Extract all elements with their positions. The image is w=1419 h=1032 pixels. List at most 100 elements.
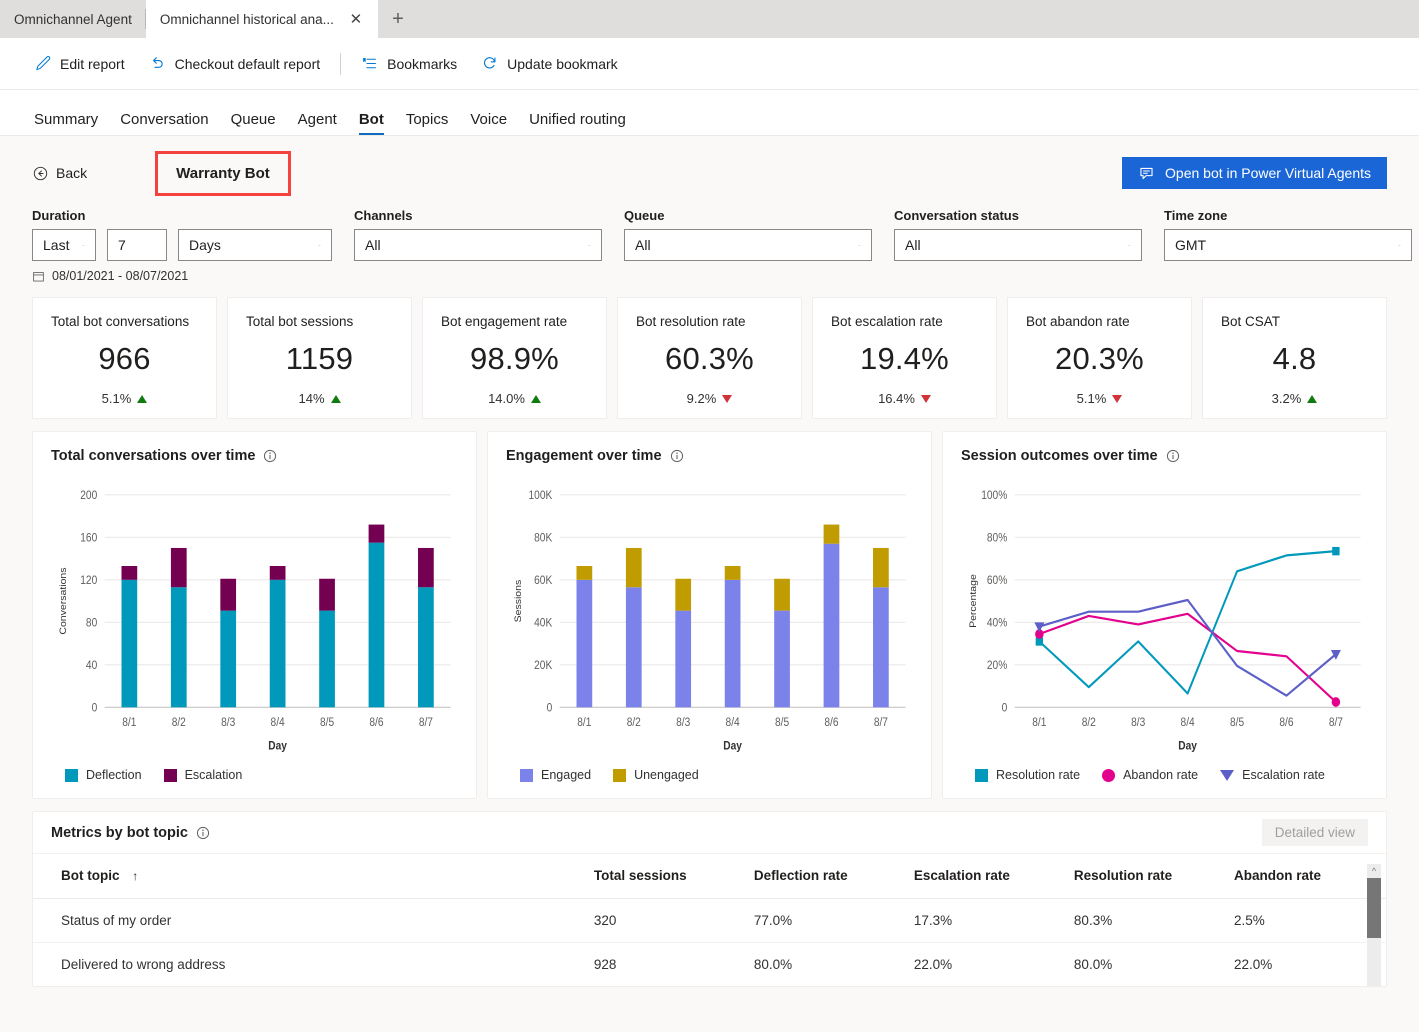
legend-item[interactable]: Deflection [65, 768, 142, 782]
time-zone-value: GMT [1175, 237, 1207, 253]
column-header-bot-topic[interactable]: Bot topic ↑ [33, 854, 586, 899]
tab-topics[interactable]: Topics [406, 111, 449, 135]
channels-filter: Channels All [354, 208, 602, 261]
browser-tab-omnichannel-agent[interactable]: Omnichannel Agent [0, 0, 146, 38]
column-header-escalation-rate[interactable]: Escalation rate [905, 854, 1066, 899]
duration-amount-input[interactable]: 7 [107, 229, 167, 261]
command-bar: Edit report Checkout default report Book… [0, 38, 1419, 90]
kpi-delta-value: 3.2% [1271, 391, 1302, 406]
svg-text:0: 0 [92, 702, 98, 715]
bookmarks-button[interactable]: Bookmarks [349, 49, 469, 78]
svg-text:80: 80 [86, 617, 97, 630]
channels-label: Channels [354, 208, 413, 223]
duration-label: Duration [32, 208, 86, 223]
chart-card-session-outcomes: Session outcomes over time 0 20% 40% 60% 80%… [942, 431, 1387, 799]
browser-tab-omnichannel-historical-analytics[interactable]: Omnichannel historical ana... ✕ [145, 0, 378, 38]
svg-text:8/4: 8/4 [1181, 717, 1195, 730]
kpi-value: 966 [98, 341, 151, 376]
time-zone-select[interactable]: GMT [1164, 229, 1412, 261]
kpi-card: Bot engagement rate 98.9% 14.0% [422, 297, 607, 419]
kpi-delta: 3.2% [1272, 391, 1318, 406]
table-scrollbar[interactable]: ^ [1367, 864, 1381, 986]
legend-label: Deflection [86, 768, 142, 782]
kpi-delta-value: 14% [298, 391, 325, 406]
back-label: Back [56, 165, 88, 181]
table-row[interactable]: Status of my order 320 77.0% 17.3% 80.3% 2.5% [33, 898, 1386, 943]
svg-text:8/2: 8/2 [172, 717, 186, 730]
legend-label: Resolution rate [996, 768, 1081, 782]
tab-bot[interactable]: Bot [358, 111, 384, 135]
legend-item[interactable]: Escalation rate [1220, 768, 1325, 782]
open-bot-in-power-virtual-agents-button[interactable]: Open bot in Power Virtual Agents [1122, 157, 1387, 189]
column-header-deflection-rate[interactable]: Deflection rate [745, 854, 906, 899]
deflection-rate-cell: 80.0% [745, 942, 906, 986]
trend-up-icon [137, 394, 148, 403]
column-header-abandon-rate[interactable]: Abandon rate [1225, 854, 1386, 899]
checkout-default-report-button[interactable]: Checkout default report [137, 49, 333, 78]
svg-text:Day: Day [1178, 740, 1197, 753]
svg-text:40%: 40% [987, 617, 1008, 630]
table-title-row: Metrics by bot topic [51, 825, 210, 841]
tab-conversation[interactable]: Conversation [120, 111, 208, 135]
kpi-title: Bot engagement rate [441, 314, 568, 329]
legend-item[interactable]: Abandon rate [1102, 768, 1198, 782]
info-icon[interactable] [670, 449, 684, 463]
tab-voice[interactable]: Voice [470, 111, 507, 135]
new-tab-icon[interactable]: + [378, 0, 418, 38]
svg-text:20K: 20K [534, 659, 553, 672]
tab-agent[interactable]: Agent [298, 111, 337, 135]
table-row[interactable]: Delivered to wrong address 928 80.0% 22.0% 8… [33, 942, 1386, 986]
tab-unified-routing[interactable]: Unified routing [529, 111, 626, 135]
svg-text:Conversations: Conversations [58, 567, 68, 634]
svg-text:100K: 100K [529, 489, 553, 502]
bookmarks-list-icon [363, 57, 377, 69]
pva-button-label: Open bot in Power Virtual Agents [1165, 165, 1371, 181]
column-header-total-sessions[interactable]: Total sessions [585, 854, 746, 899]
undo-icon [152, 57, 163, 68]
info-icon[interactable] [1166, 449, 1180, 463]
svg-text:160: 160 [80, 532, 97, 545]
update-bookmark-button[interactable]: Update bookmark [469, 49, 630, 78]
command-label: Edit report [60, 55, 125, 72]
browser-tab-label: Omnichannel historical ana... [159, 11, 334, 27]
info-icon[interactable] [196, 826, 210, 840]
duration-unit-select[interactable]: Days [178, 229, 332, 261]
info-icon[interactable] [263, 449, 277, 463]
legend-swatch [163, 768, 177, 782]
kpi-title: Bot CSAT [1221, 314, 1281, 329]
calendar-icon [33, 271, 44, 281]
channels-select[interactable]: All [354, 229, 602, 261]
duration-relative-select[interactable]: Last [32, 229, 96, 261]
legend-item[interactable]: Resolution rate [975, 768, 1080, 782]
resolution-rate-cell: 80.0% [1065, 942, 1226, 986]
legend-item[interactable]: Unengaged [613, 768, 699, 782]
refresh-icon [484, 57, 496, 69]
svg-text:8/5: 8/5 [775, 717, 789, 730]
resolution-rate-cell: 80.3% [1065, 898, 1226, 943]
close-icon[interactable]: ✕ [348, 11, 364, 27]
legend-swatch [520, 768, 533, 782]
legend-item[interactable]: Engaged [520, 768, 591, 782]
chart-legend: Deflection Escalation [51, 762, 458, 788]
conversation-status-select[interactable]: All [894, 229, 1142, 261]
legend-item[interactable]: Escalation [163, 768, 242, 782]
trend-up-icon [330, 394, 341, 403]
queue-select[interactable]: All [624, 229, 872, 261]
scroll-up-icon[interactable]: ^ [1367, 864, 1381, 878]
detailed-view-button[interactable]: Detailed view [1261, 819, 1368, 846]
conversation-status-label: Conversation status [894, 208, 1019, 223]
legend-label: Engaged [541, 768, 592, 782]
kpi-title: Bot abandon rate [1026, 314, 1130, 329]
back-button[interactable]: Back [32, 165, 87, 182]
kpi-card: Bot abandon rate 20.3% 5.1% [1007, 297, 1192, 419]
tab-queue[interactable]: Queue [231, 111, 276, 135]
column-header-resolution-rate[interactable]: Resolution rate [1065, 854, 1226, 899]
edit-report-button[interactable]: Edit report [22, 49, 137, 78]
chart-row: Total conversations over time 0 40 80 120 16… [32, 431, 1387, 799]
tab-summary[interactable]: Summary [34, 111, 98, 135]
svg-text:Day: Day [268, 740, 287, 753]
page-header-row: Back Warranty Bot Open bot in Power Virt… [32, 136, 1387, 196]
scrollbar-thumb[interactable] [1367, 878, 1381, 938]
chart-plot-area: 0 20K 40K 60K 80K 100K 8/1 8/2 8/3 8/4 8/5 8/6 8/7 Da… [506, 478, 913, 762]
svg-text:8/4: 8/4 [726, 717, 740, 730]
